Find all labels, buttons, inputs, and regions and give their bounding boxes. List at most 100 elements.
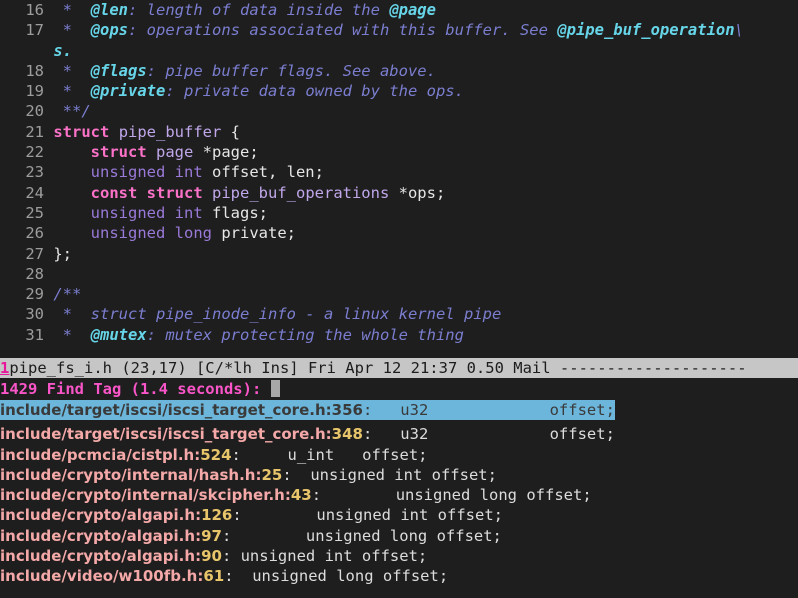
code-token: * [53, 325, 82, 344]
command-line[interactable]: 1429 Find Tag (1.4 seconds): [0, 378, 798, 400]
code-text: * @private: private data owned by the op… [44, 82, 464, 100]
result-row-wrapper: include/crypto/internal/skcipher.h:43: u… [0, 485, 798, 505]
find-tag-results-list[interactable]: include/target/iscsi/iscsi_target_core.h… [0, 400, 798, 598]
code-token: @private [81, 82, 166, 101]
code-line: 30 * struct pipe_inode_info - a linux ke… [0, 304, 798, 324]
result-row[interactable]: include/video/w100fb.h:61: unsigned long… [0, 566, 798, 586]
code-token: unsigned int [90, 163, 203, 182]
editor-pane[interactable]: 16 * @len: length of data inside the @pa… [0, 0, 798, 358]
line-number: 16 [25, 1, 44, 19]
code-text: struct page *page; [44, 143, 259, 161]
code-line: s. [0, 41, 798, 61]
result-line-number: 524 [200, 445, 232, 464]
code-token: unsigned long [90, 224, 212, 243]
line-number: 27 [25, 244, 44, 263]
line-number: 31 [25, 325, 44, 344]
code-token: private; [212, 224, 296, 243]
line-number: 25 [25, 203, 44, 222]
code-token: @mutex [81, 325, 147, 344]
code-token: struct pipe_inode_info - a linux kernel … [81, 305, 502, 324]
code-text: **/ [44, 102, 91, 120]
code-text: /** [44, 285, 81, 303]
code-token: const struct [90, 183, 203, 202]
code-token: @len [81, 1, 129, 19]
code-token: **/ [53, 102, 91, 121]
code-token: { [221, 122, 241, 141]
code-line: 24 const struct pipe_buf_operations *ops… [0, 183, 798, 203]
code-line: 31 * @mutex: mutex protecting the whole … [0, 325, 798, 345]
result-code-snippet: : unsigned int offset; [232, 506, 503, 525]
code-text: unsigned long private; [44, 224, 296, 242]
code-token: : length of data inside the [128, 1, 390, 19]
result-row[interactable]: include/pcmcia/cistpl.h:524: u_int offse… [0, 445, 798, 465]
code-line: 22 struct page *page; [0, 142, 798, 162]
result-line-number: 43 [290, 486, 312, 505]
code-token: offset, len; [202, 163, 324, 182]
result-code-snippet: : unsigned int offset; [282, 465, 497, 484]
line-number: 30 [25, 305, 44, 324]
code-token: page [156, 143, 194, 162]
code-line: 17 * @ops: operations associated with th… [0, 20, 798, 40]
code-token: *page; [193, 143, 259, 162]
code-token: * [53, 1, 82, 19]
result-row[interactable]: include/target/iscsi/iscsi_target_core.h… [0, 424, 798, 444]
result-file-path: include/crypto/algapi.h [0, 547, 196, 566]
code-line: 21 struct pipe_buffer { [0, 122, 798, 142]
line-number: 18 [25, 61, 44, 80]
code-text: unsigned int flags; [44, 204, 268, 222]
result-row[interactable]: include/crypto/algapi.h:90: unsigned int… [0, 546, 798, 566]
result-file-path: include/crypto/internal/hash.h [0, 465, 256, 484]
code-token: : private data owned by the ops. [165, 82, 464, 101]
result-row-wrapper: include/crypto/internal/hash.h:25: unsig… [0, 465, 798, 485]
result-row[interactable]: include/crypto/internal/skcipher.h:43: u… [0, 485, 798, 505]
code-token: unsigned int [90, 203, 203, 222]
code-token: s. [53, 41, 73, 60]
result-file-path: include/crypto/internal/skcipher.h [0, 486, 285, 505]
code-token: flags; [202, 203, 268, 222]
result-row[interactable]: include/crypto/algapi.h:97: unsigned lon… [0, 526, 798, 546]
command-line-text: 1429 Find Tag (1.4 seconds): [0, 380, 271, 398]
result-row[interactable]: include/crypto/internal/hash.h:25: unsig… [0, 465, 798, 485]
code-token: : pipe buffer flags. See above. [146, 61, 436, 80]
code-token: @flags [81, 61, 147, 80]
result-row-wrapper: include/crypto/algapi.h:97: unsigned lon… [0, 526, 798, 546]
result-code-snippet: : u_int offset; [231, 445, 428, 464]
result-row[interactable]: include/crypto/algapi.h:126: unsigned in… [0, 505, 798, 525]
code-token: struct [53, 122, 110, 141]
result-row-wrapper: include/video/w100fb.h:61: unsigned long… [0, 566, 798, 586]
code-line: 25 unsigned int flags; [0, 203, 798, 223]
code-token: * [53, 21, 82, 40]
code-token: pipe_buffer [118, 122, 222, 141]
code-text: }; [44, 245, 72, 263]
result-row-selected[interactable]: include/target/iscsi/iscsi_target_core.h… [0, 400, 615, 421]
result-file-path: include/crypto/algapi.h [0, 526, 196, 545]
result-row-wrapper: include/crypto/algapi.h:90: unsigned int… [0, 546, 798, 566]
result-line-number: 97 [201, 526, 222, 545]
line-number [0, 41, 44, 61]
result-row-wrapper: include/target/iscsi/iscsi_target_core.h… [0, 424, 798, 444]
line-number: 22 [25, 143, 44, 162]
code-token: @page [389, 1, 436, 19]
code-line: 28 [0, 264, 798, 284]
code-text: * @len: length of data inside the @page [44, 1, 436, 19]
terminal-screen: 16 * @len: length of data inside the @pa… [0, 0, 798, 598]
code-text: * struct pipe_inode_info - a linux kerne… [44, 305, 502, 324]
code-line: 27 }; [0, 244, 798, 264]
code-text: unsigned int offset, len; [44, 163, 324, 181]
result-file-path: include/pcmcia/cistpl.h [0, 445, 195, 464]
result-line-number: 356 [331, 401, 363, 419]
status-line: 1pipe_fs_i.h (23,17) [C/*lh Ins] Fri Apr… [0, 358, 798, 378]
result-code-snippet: : unsigned long offset; [311, 486, 592, 505]
code-token: * [53, 61, 82, 80]
result-line-number: 90 [201, 547, 222, 566]
result-code-snippet: : unsigned int offset; [221, 547, 428, 566]
code-token: pipe_buf_operations [212, 183, 390, 202]
line-number: 24 [25, 183, 44, 202]
code-token: * [53, 82, 82, 101]
code-text: * @mutex: mutex protecting the whole thi… [44, 326, 464, 344]
result-line-number: 348 [331, 425, 363, 444]
